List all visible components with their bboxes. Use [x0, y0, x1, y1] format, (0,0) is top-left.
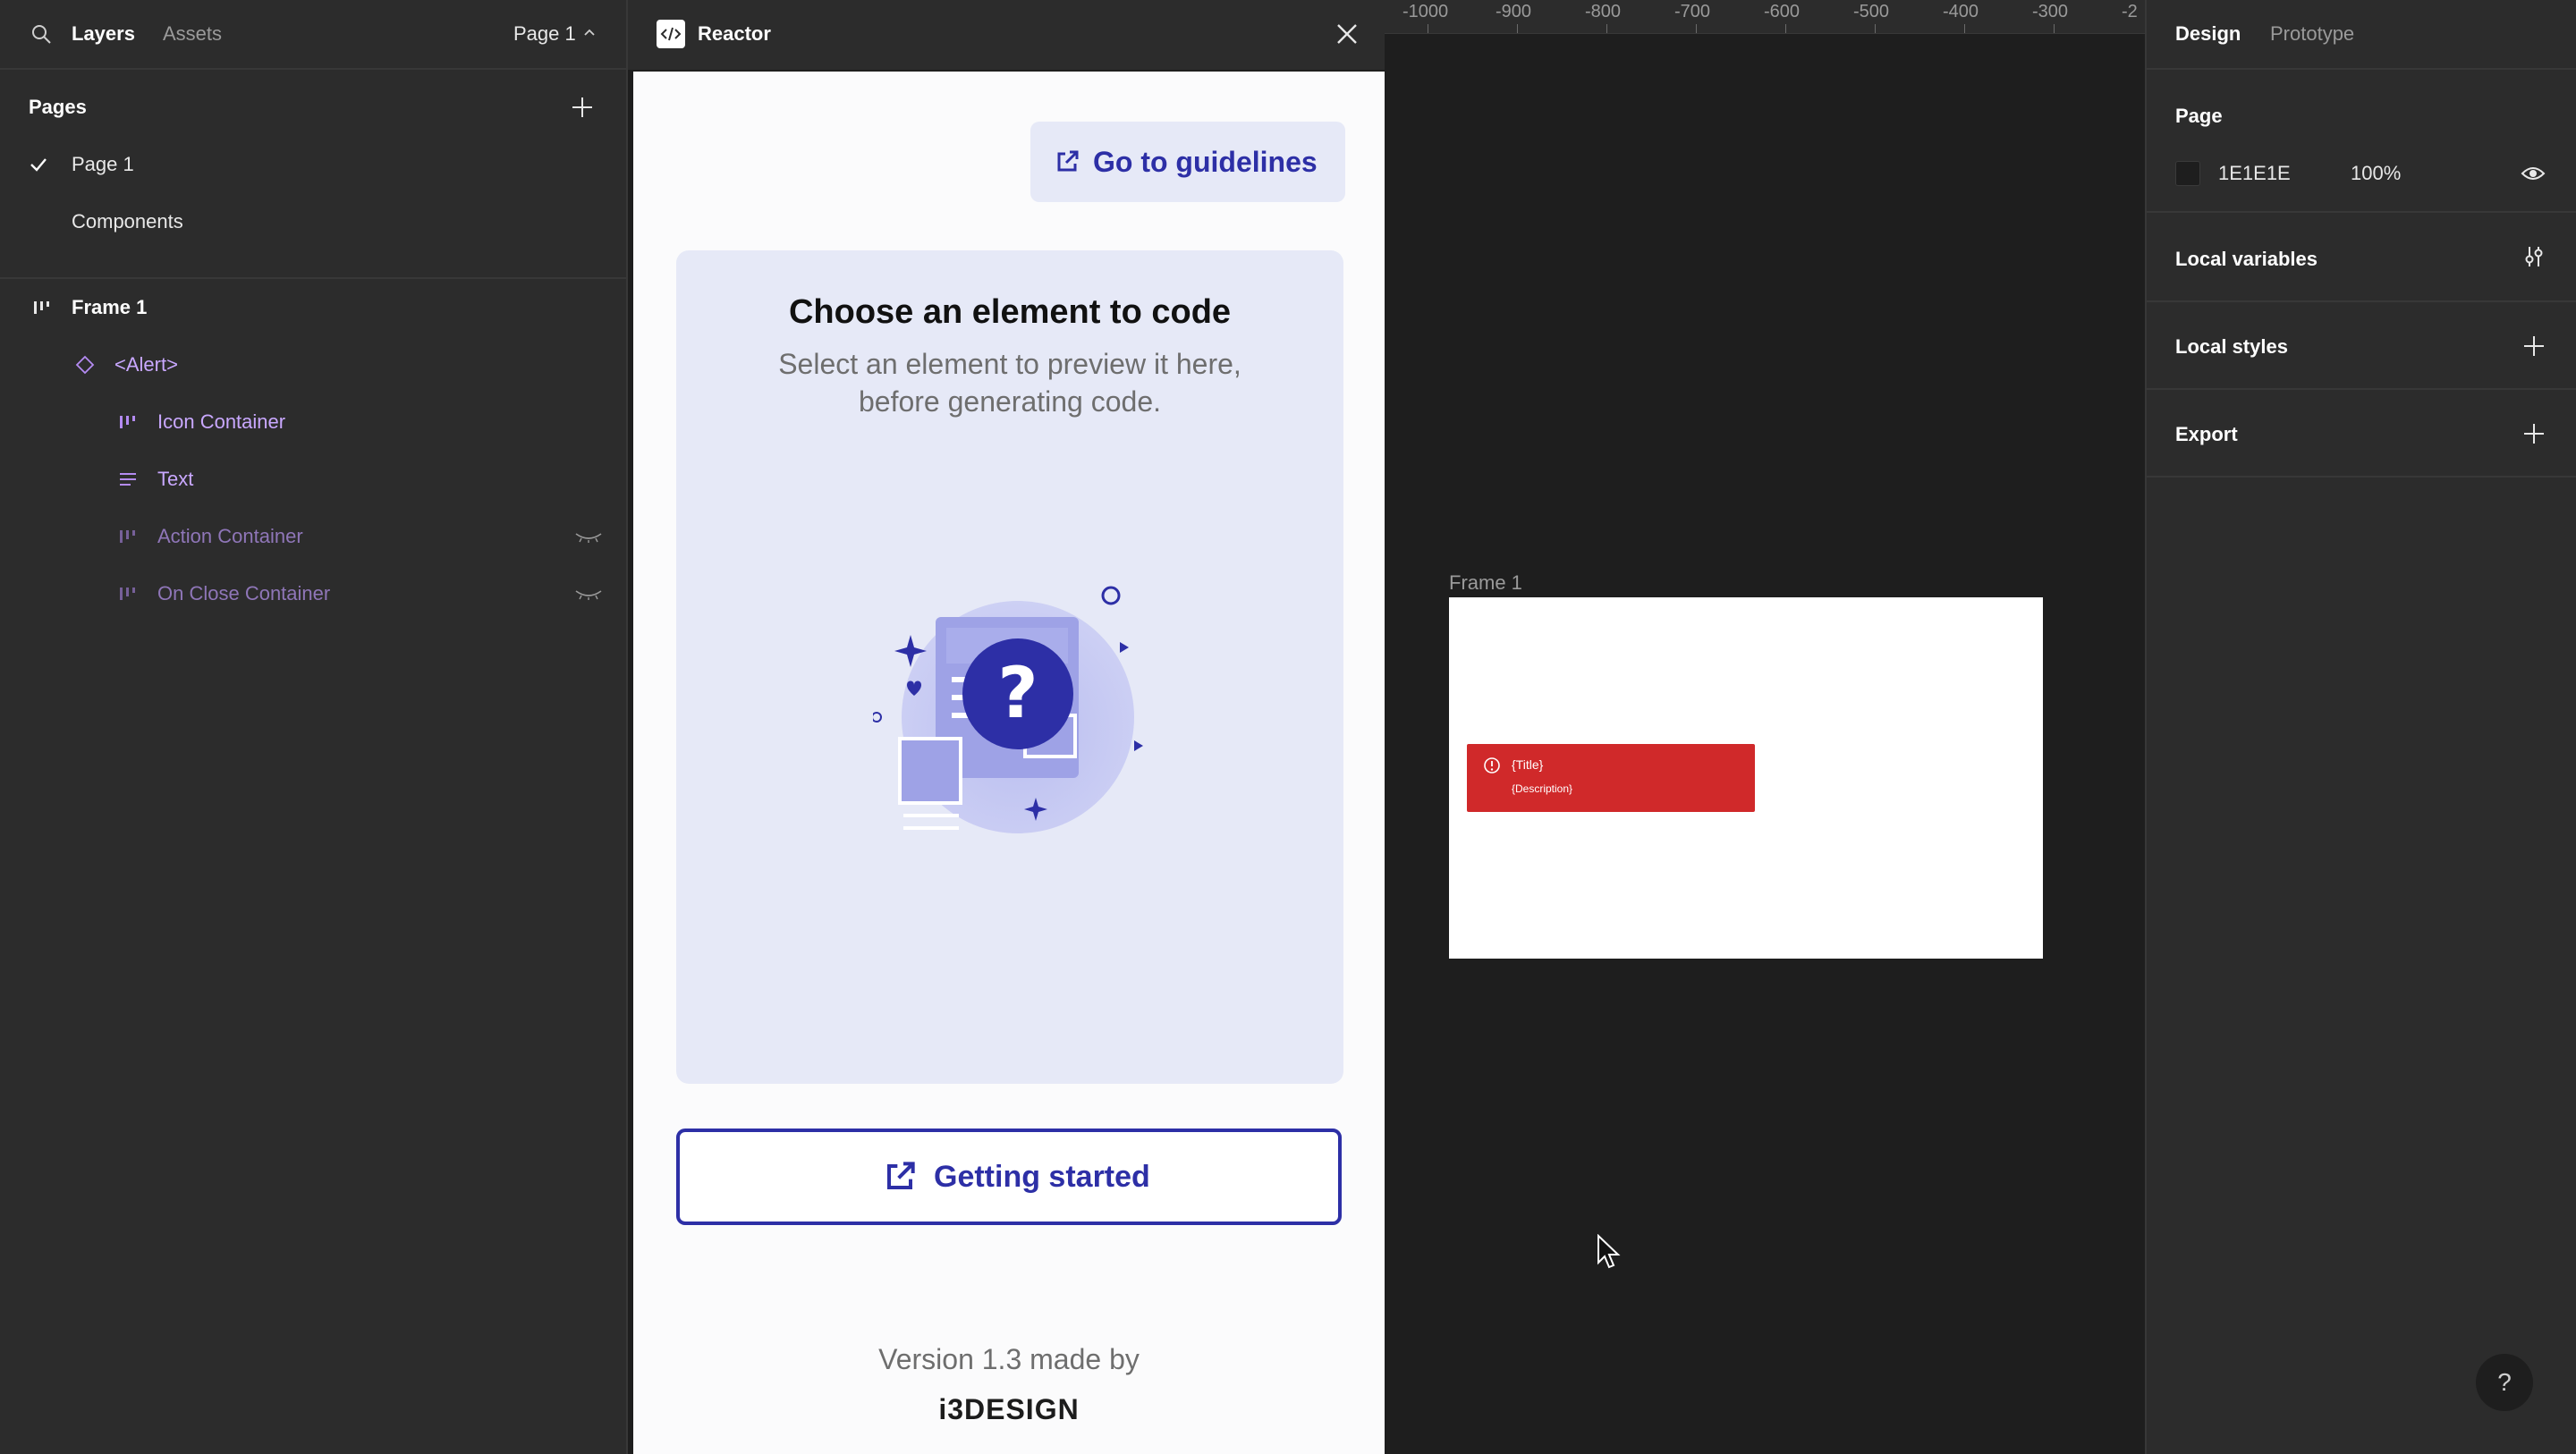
pages-section-title: Pages: [29, 96, 87, 118]
getting-started-button[interactable]: Getting started: [676, 1129, 1342, 1225]
preview-subtitle: Select an element to preview it here, be…: [778, 348, 1241, 418]
frame-icon: [34, 301, 49, 314]
export-title: Export: [2175, 423, 2238, 445]
layer-label: On Close Container: [157, 582, 331, 604]
mouse-cursor-icon: [1597, 1234, 1621, 1269]
chevron-up-icon[interactable]: [583, 27, 596, 39]
ruler-tick: -700: [1674, 2, 1711, 21]
ruler-tick: -600: [1764, 2, 1801, 21]
ruler-tick-mark: [1964, 24, 1965, 33]
alert-description: {Description}: [1512, 782, 1573, 795]
page-item-label: Page 1: [72, 153, 134, 175]
tab-prototype[interactable]: Prototype: [2270, 21, 2354, 46]
add-page-plus-icon[interactable]: [571, 96, 594, 119]
go-to-guidelines-button[interactable]: Go to guidelines: [1030, 122, 1345, 202]
add-export-plus-icon[interactable]: [2522, 422, 2546, 445]
layers-panel: Layers Assets Page 1 Pages Page 1 Compon…: [0, 0, 628, 1454]
external-link-icon: [1057, 150, 1079, 172]
layer-frame-1[interactable]: Frame 1: [0, 283, 626, 333]
component-instance-icon: [75, 355, 95, 375]
error-circle-icon: [1484, 757, 1500, 773]
background-color-swatch[interactable]: [2175, 161, 2200, 186]
local-variables-title: Local variables: [2175, 248, 2318, 270]
tab-design[interactable]: Design: [2175, 21, 2241, 46]
ruler-tick-mark: [1606, 24, 1607, 33]
ruler-tick-mark: [1517, 24, 1518, 33]
design-canvas[interactable]: -1000 -900 -800 -700 -600 -500 -400 -300…: [1385, 0, 2145, 1454]
code-icon: [657, 20, 685, 48]
properties-tabs: Design Prototype: [2147, 0, 2576, 70]
layer-label: Action Container: [157, 525, 303, 547]
guidelines-label: Go to guidelines: [1093, 146, 1318, 178]
background-color-hex[interactable]: 1E1E1E: [2218, 161, 2291, 186]
page-section-title: Page: [2175, 105, 2223, 127]
eye-closed-icon[interactable]: [574, 588, 603, 601]
eye-icon[interactable]: [2521, 163, 2546, 184]
tab-layers[interactable]: Layers: [72, 21, 135, 46]
page-section: Page 1E1E1E 100%: [2147, 72, 2576, 213]
local-variables-section[interactable]: Local variables: [2147, 215, 2576, 302]
checkmark-icon: [30, 158, 47, 172]
close-icon[interactable]: [1335, 21, 1360, 46]
page-switcher[interactable]: Page 1: [513, 21, 576, 46]
alert-title: {Title}: [1512, 757, 1544, 772]
ruler-tick-mark: [1785, 24, 1786, 33]
external-link-icon: [887, 1162, 915, 1189]
alert-component[interactable]: {Title} {Description}: [1467, 744, 1755, 812]
auto-layout-icon: [120, 530, 135, 543]
help-button[interactable]: ?: [2476, 1354, 2533, 1411]
horizontal-ruler: -1000 -900 -800 -700 -600 -500 -400 -300…: [1385, 0, 2145, 34]
ruler-tick-mark: [1696, 24, 1697, 33]
version-text: Version 1.3 made by: [878, 1343, 1140, 1375]
divider: [0, 277, 626, 279]
help-icon: ?: [2497, 1368, 2512, 1396]
search-icon[interactable]: [30, 23, 52, 45]
ruler-tick-mark: [1875, 24, 1876, 33]
brand-logo[interactable]: i3DESIGN: [633, 1391, 1385, 1427]
plugin-title: Reactor: [698, 22, 771, 45]
ruler-tick: -300: [2032, 2, 2069, 21]
auto-layout-icon: [120, 588, 135, 600]
layer-label: Frame 1: [72, 296, 148, 318]
page-item-label: Components: [72, 210, 183, 232]
local-styles-section[interactable]: Local styles: [2147, 304, 2576, 390]
ruler-tick: -1000: [1402, 2, 1449, 21]
ruler-tick: -900: [1496, 2, 1532, 21]
layer-label: Text: [157, 468, 194, 490]
ruler-tick-mark: [2054, 24, 2055, 33]
question-illustration: ?: [873, 586, 1143, 833]
svg-text:?: ?: [997, 654, 1038, 734]
layers-panel-header: Layers Assets Page 1: [0, 0, 626, 70]
tab-assets[interactable]: Assets: [163, 21, 222, 46]
layer-text[interactable]: Text: [0, 454, 626, 504]
preview-title: Choose an element to code: [788, 293, 1232, 331]
auto-layout-icon: [120, 416, 135, 428]
frame-label[interactable]: Frame 1: [1449, 571, 1522, 596]
ruler-tick: -400: [1943, 2, 1979, 21]
preview-card: Choose an element to code Select an elem…: [676, 250, 1343, 1084]
text-layer-icon: [120, 473, 136, 486]
getting-started-label: Getting started: [934, 1160, 1150, 1194]
add-style-plus-icon[interactable]: [2522, 334, 2546, 358]
local-styles-title: Local styles: [2175, 335, 2288, 358]
page-item-page-1[interactable]: Page 1: [0, 139, 626, 190]
layer-alert-instance[interactable]: <Alert>: [0, 340, 626, 390]
ruler-tick: -500: [1853, 2, 1890, 21]
export-section[interactable]: Export: [2147, 392, 2576, 478]
layer-label: <Alert>: [114, 353, 178, 376]
ruler-tick: -2: [2122, 2, 2138, 21]
properties-panel: Design Prototype Page 1E1E1E 100% Local …: [2145, 0, 2576, 1454]
ruler-tick: -800: [1585, 2, 1622, 21]
layer-label: Icon Container: [157, 410, 286, 433]
background-opacity[interactable]: 100%: [2351, 161, 2401, 186]
layer-action-container[interactable]: Action Container: [0, 511, 626, 562]
eye-closed-icon[interactable]: [574, 531, 603, 544]
frame-1[interactable]: {Title} {Description}: [1449, 597, 2043, 959]
plugin-window-header: Reactor: [628, 0, 1385, 70]
page-item-components[interactable]: Components: [0, 197, 626, 247]
layer-icon-container[interactable]: Icon Container: [0, 397, 626, 447]
variables-sliders-icon[interactable]: [2522, 245, 2546, 268]
layer-on-close-container[interactable]: On Close Container: [0, 569, 626, 619]
plugin-body: Go to guidelines Choose an element to co…: [633, 72, 1385, 1454]
